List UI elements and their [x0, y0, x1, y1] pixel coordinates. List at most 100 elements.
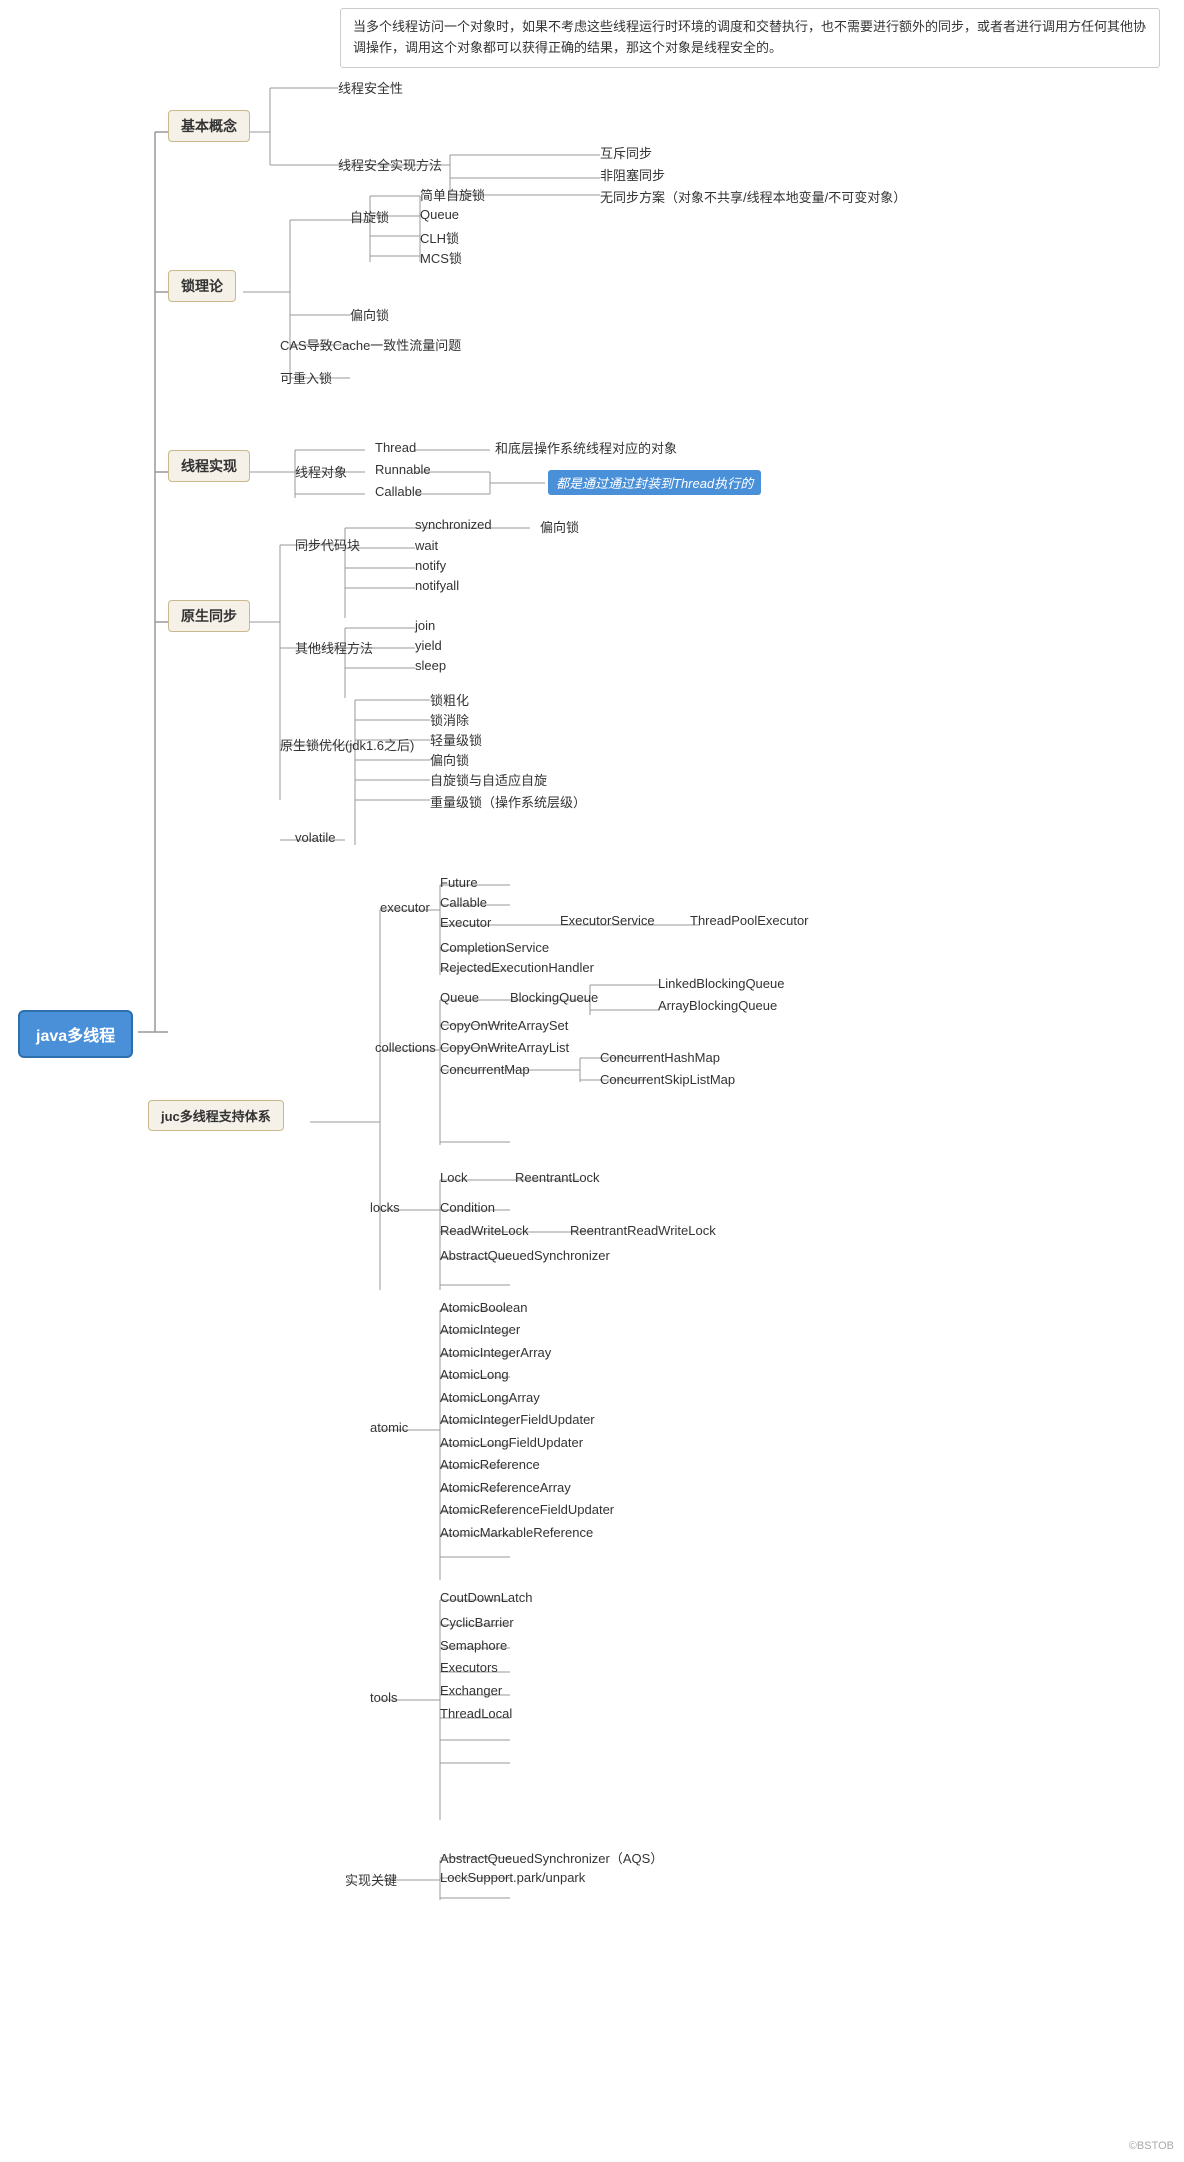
mutual-sync: 互斥同步	[600, 143, 652, 162]
category-yuansheng: 原生同步	[168, 600, 250, 632]
mind-map-container: java多线程 当多个线程访问一个对象时，如果不考虑这些线程运行时环境的调度和交…	[0, 0, 1184, 2162]
linked-bq: LinkedBlockingQueue	[658, 976, 784, 991]
info-box: 当多个线程访问一个对象时，如果不考虑这些线程运行时环境的调度和交替执行，也不需要…	[340, 8, 1160, 68]
native-opt: 原生锁优化(jdk1.6之后)	[280, 735, 414, 754]
connector-lines	[0, 0, 1184, 2162]
copy-on-write-list: CopyOnWriteArrayList	[440, 1040, 569, 1055]
countdown-latch: CoutDownLatch	[440, 1590, 533, 1605]
aqs-item: AbstractQueuedSynchronizer	[440, 1248, 610, 1263]
atomic-markable-reference: AtomicMarkableReference	[440, 1525, 593, 1540]
callable-exec: Callable	[440, 895, 487, 910]
reentrant-lock2: ReentrantLock	[515, 1170, 600, 1185]
executor-item: Executor	[440, 915, 491, 930]
clh-lock: CLH锁	[420, 228, 459, 247]
notify-item: notify	[415, 558, 446, 573]
tools-label: tools	[370, 1690, 397, 1705]
thread-desc: 和底层操作系统线程对应的对象	[495, 438, 677, 457]
thread-item: Thread	[375, 440, 416, 455]
lock-item: Lock	[440, 1170, 467, 1185]
lock-coarse: 锁粗化	[430, 690, 469, 709]
runnable-item: Runnable	[375, 462, 431, 477]
executors-item: Executors	[440, 1660, 498, 1675]
synchronized-item: synchronized	[415, 517, 492, 532]
biased-lock: 偏向锁	[350, 305, 389, 324]
atomic-boolean: AtomicBoolean	[440, 1300, 527, 1315]
simple-spin: 简单自旋锁	[420, 185, 485, 204]
reentrant-lock: 可重入锁	[280, 368, 332, 387]
completion-service: CompletionService	[440, 940, 549, 955]
biased-lock2: 偏向锁	[540, 517, 579, 536]
atomic-reference-array: AtomicReferenceArray	[440, 1480, 571, 1495]
non-blocking-sync: 非阻塞同步	[600, 165, 665, 184]
category-jibengl: 基本概念	[168, 110, 250, 142]
atomic-label: atomic	[370, 1420, 408, 1435]
future-item: Future	[440, 875, 478, 890]
lock-support: LockSupport.park/unpark	[440, 1870, 585, 1885]
read-write-lock: ReadWriteLock	[440, 1223, 529, 1238]
aqs-impl: AbstractQueuedSynchronizer（AQS）	[440, 1848, 663, 1867]
lock-elim: 锁消除	[430, 710, 469, 729]
array-bq: ArrayBlockingQueue	[658, 998, 777, 1013]
mcs-lock: MCS锁	[420, 248, 462, 267]
watermark: ©BSTOB	[1129, 2140, 1174, 2152]
semaphore-item: Semaphore	[440, 1638, 507, 1653]
cat-label-4: juc多线程支持体系	[161, 1109, 271, 1124]
locks-label: locks	[370, 1200, 400, 1215]
cat-label-3: 原生同步	[181, 608, 237, 624]
info-text: 当多个线程访问一个对象时，如果不考虑这些线程运行时环境的调度和交替执行，也不需要…	[353, 19, 1146, 55]
atomic-integer: AtomicInteger	[440, 1322, 520, 1337]
executor-service: ExecutorService	[560, 913, 655, 928]
cat-label-0: 基本概念	[181, 118, 237, 134]
concurrent-skip-list-map: ConcurrentSkipListMap	[600, 1072, 735, 1087]
blocking-queue: BlockingQueue	[510, 990, 598, 1005]
cas-cache: CAS导致Cache一致性流量问题	[280, 335, 461, 354]
no-sync: 无同步方案（对象不共享/线程本地变量/不可变对象）	[600, 187, 906, 206]
atomic-reference: AtomicReference	[440, 1457, 540, 1472]
impl-methods: 线程安全实现方法	[338, 155, 442, 174]
impl-key-label: 实现关键	[345, 1870, 397, 1889]
biased-lock3: 偏向锁	[430, 750, 469, 769]
lightweight-lock: 轻量级锁	[430, 730, 482, 749]
volatile-item: volatile	[295, 830, 335, 845]
heavy-lock: 重量级锁（操作系统层级）	[430, 792, 586, 811]
atomic-long-field-updater: AtomicLongFieldUpdater	[440, 1435, 583, 1450]
concurrent-hash-map: ConcurrentHashMap	[600, 1050, 720, 1065]
condition-item: Condition	[440, 1200, 495, 1215]
join-item: join	[415, 618, 435, 633]
executor-label: executor	[380, 900, 430, 915]
root-label: java多线程	[36, 1028, 115, 1045]
queue-spin: Queue	[420, 207, 459, 222]
reentrant-rw-lock: ReentrantReadWriteLock	[570, 1223, 716, 1238]
cyclic-barrier: CyclicBarrier	[440, 1615, 514, 1630]
root-node: java多线程	[18, 1010, 133, 1058]
sync-block: 同步代码块	[295, 535, 360, 554]
wait-item: wait	[415, 538, 438, 553]
rejected-handler: RejectedExecutionHandler	[440, 960, 594, 975]
other-methods: 其他线程方法	[295, 638, 373, 657]
queue-item: Queue	[440, 990, 479, 1005]
atomic-int-field-updater: AtomicIntegerFieldUpdater	[440, 1412, 595, 1427]
callable-item: Callable	[375, 484, 422, 499]
cat-label-2: 线程实现	[181, 458, 237, 474]
atomic-long-array: AtomicLongArray	[440, 1390, 540, 1405]
atomic-long: AtomicLong	[440, 1367, 509, 1382]
sleep-item: sleep	[415, 658, 446, 673]
category-suoli: 锁理论	[168, 270, 236, 302]
atomic-reference-field-updater: AtomicReferenceFieldUpdater	[440, 1502, 614, 1517]
collections-label: collections	[375, 1040, 436, 1055]
category-xiancheng: 线程实现	[168, 450, 250, 482]
thread-safety: 线程安全性	[338, 78, 403, 97]
category-juc: juc多线程支持体系	[148, 1100, 284, 1131]
cat-label-1: 锁理论	[181, 278, 223, 294]
notifyall-item: notifyall	[415, 578, 459, 593]
atomic-integer-array: AtomicIntegerArray	[440, 1345, 551, 1360]
thread-local: ThreadLocal	[440, 1706, 512, 1721]
thread-obj: 线程对象	[295, 462, 347, 481]
yield-item: yield	[415, 638, 442, 653]
spin-adaptive: 自旋锁与自适应自旋	[430, 770, 547, 789]
highlight-box: 都是通过通过封装到Thread执行的	[548, 470, 761, 495]
concurrent-map: ConcurrentMap	[440, 1062, 530, 1077]
copy-on-write-set: CopyOnWriteArraySet	[440, 1018, 568, 1033]
thread-pool-executor: ThreadPoolExecutor	[690, 913, 809, 928]
spinlock-label: 自旋锁	[350, 207, 389, 226]
